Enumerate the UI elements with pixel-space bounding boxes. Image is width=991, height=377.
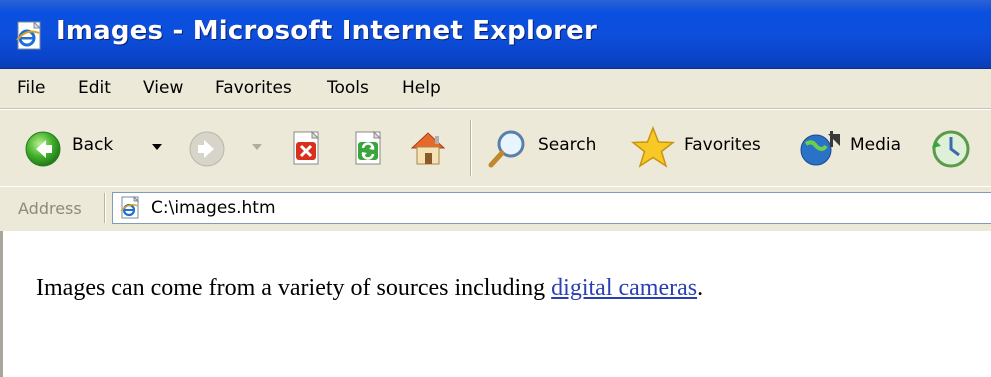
address-separator: [104, 193, 105, 223]
menu-view[interactable]: View: [143, 78, 183, 98]
page-content: Images can come from a variety of source…: [0, 231, 991, 377]
favorites-button[interactable]: Favorites: [626, 110, 782, 186]
search-label: Search: [538, 135, 597, 155]
back-label: Back: [72, 135, 114, 155]
toolbar-separator: [470, 120, 471, 176]
window-title: Images - Microsoft Internet Explorer: [56, 16, 598, 46]
history-icon: [932, 130, 970, 168]
address-input[interactable]: C:\images.htm: [112, 192, 991, 224]
search-button[interactable]: Search: [480, 110, 610, 186]
window-left-border: [0, 231, 3, 377]
forward-button[interactable]: [178, 110, 268, 186]
back-dropdown-arrow[interactable]: [152, 144, 162, 150]
back-icon: [25, 131, 61, 167]
media-icon: [800, 131, 840, 166]
refresh-button[interactable]: [346, 110, 392, 186]
title-bar[interactable]: Images - Microsoft Internet Explorer: [0, 0, 991, 69]
home-button[interactable]: [404, 110, 454, 186]
menu-bar: File Edit View Favorites Tools Help: [0, 69, 991, 109]
back-button[interactable]: Back: [12, 110, 162, 186]
stop-icon: [293, 130, 320, 165]
ie-page-icon: [16, 20, 42, 50]
history-button[interactable]: [925, 110, 991, 186]
home-icon: [410, 132, 446, 165]
menu-edit[interactable]: Edit: [78, 78, 111, 98]
digital-cameras-link[interactable]: digital cameras: [551, 275, 697, 301]
menu-file[interactable]: File: [17, 78, 45, 98]
forward-dropdown-arrow[interactable]: [252, 144, 262, 150]
paragraph-period: .: [697, 275, 704, 301]
menu-favorites[interactable]: Favorites: [215, 78, 292, 98]
address-value: C:\images.htm: [151, 198, 276, 218]
menu-help[interactable]: Help: [402, 78, 441, 98]
stop-button[interactable]: [284, 110, 330, 186]
browser-window: Images - Microsoft Internet Explorer Fil…: [0, 0, 991, 377]
paragraph-text: Images can come from a variety of source…: [36, 275, 552, 301]
media-label: Media: [850, 135, 902, 155]
favorites-icon: [630, 126, 676, 168]
menu-tools[interactable]: Tools: [327, 78, 369, 98]
address-label: Address: [18, 199, 82, 218]
search-icon: [488, 130, 525, 168]
refresh-icon: [355, 130, 382, 165]
ie-page-icon: [120, 196, 140, 219]
forward-icon: [189, 131, 225, 167]
favorites-label: Favorites: [684, 135, 761, 155]
standard-toolbar: Back Search Favorites Media: [0, 109, 991, 187]
address-bar: Address C:\images.htm: [0, 186, 991, 232]
media-button[interactable]: Media: [794, 110, 918, 186]
body-paragraph: Images can come from a variety of source…: [36, 275, 703, 302]
